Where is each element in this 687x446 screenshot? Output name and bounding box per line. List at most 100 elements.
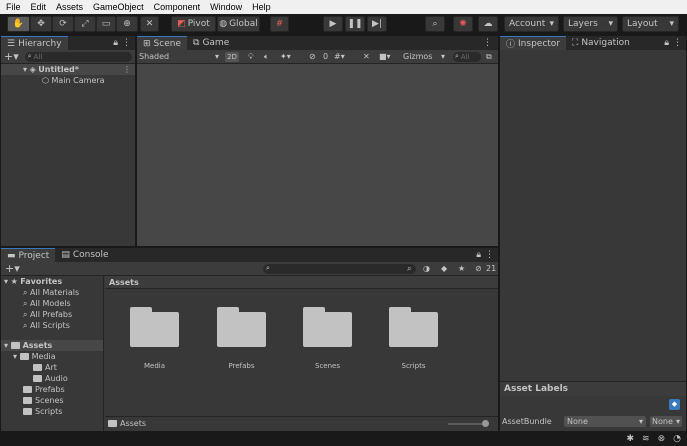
zoom-slider-thumb[interactable]: [482, 420, 489, 427]
scene-search-input[interactable]: ⌕ All: [453, 51, 481, 62]
search-button[interactable]: ⌕: [425, 16, 445, 32]
favorites-item[interactable]: ⌕ All Models: [1, 298, 103, 309]
hierarchy-search-input[interactable]: ⌕ All: [24, 51, 132, 62]
lock-icon[interactable]: 🔒︎: [113, 38, 118, 48]
inspector-tabstrip: ⓘ Inspector ⛶ Navigation 🔒︎ ⋮: [500, 36, 686, 50]
favorites-item[interactable]: ⌕ All Prefabs: [1, 309, 103, 320]
more-menu-icon[interactable]: ⋮: [123, 64, 131, 75]
asset-folder-item[interactable]: Scripts: [389, 307, 438, 370]
collab-button[interactable]: ✺: [453, 16, 473, 32]
cloud-button[interactable]: ☁: [478, 16, 498, 32]
maximize-icon[interactable]: ⧉: [486, 52, 492, 62]
asset-folder-item[interactable]: Scenes: [303, 307, 352, 370]
zoom-slider-track[interactable]: [448, 423, 486, 425]
pivot-toggle[interactable]: ◩ Pivot: [171, 16, 216, 32]
more-menu-icon[interactable]: ⋮: [485, 250, 494, 260]
bug-icon[interactable]: ✱: [627, 434, 635, 444]
pause-icon: ❚❚: [347, 19, 363, 29]
hierarchy-item[interactable]: ⬡ Main Camera: [1, 75, 135, 86]
tab-game[interactable]: ⧉ Game: [187, 36, 235, 50]
2d-toggle[interactable]: 2D: [225, 51, 239, 62]
hidden-packages-icon[interactable]: ⊘: [475, 264, 482, 273]
menu-file[interactable]: File: [0, 0, 25, 14]
step-button[interactable]: ▶|: [367, 16, 387, 32]
effects-icon[interactable]: ✦▾: [280, 52, 291, 61]
shading-mode-dropdown[interactable]: Shaded ▾: [139, 52, 219, 61]
auto-refresh-icon[interactable]: ⊗: [658, 434, 666, 444]
grid-icon[interactable]: #▾: [334, 52, 345, 61]
menu-bar: File Edit Assets GameObject Component Wi…: [0, 0, 687, 14]
more-menu-icon[interactable]: ⋮: [483, 38, 498, 48]
menu-help[interactable]: Help: [246, 0, 275, 14]
account-dropdown[interactable]: Account ▾: [504, 16, 559, 32]
tab-project[interactable]: ▬ Project: [1, 248, 56, 262]
project-folder-row[interactable]: Art: [1, 362, 103, 373]
project-search-input[interactable]: ⌕: [263, 263, 416, 274]
favorites-item[interactable]: ⌕ All Materials: [1, 287, 103, 298]
rect-tool-button[interactable]: ▭: [96, 16, 116, 32]
tab-navigation[interactable]: ⛶ Navigation: [566, 36, 636, 50]
asset-folder-item[interactable]: Prefabs: [217, 307, 266, 370]
lock-icon[interactable]: 🔒︎: [476, 250, 481, 260]
variant-dropdown[interactable]: None ▾: [650, 415, 682, 427]
scene-row[interactable]: ▾ ◈ Untitled* ⋮: [1, 64, 135, 75]
cache-icon[interactable]: ≋: [642, 434, 650, 444]
search-icon: ⌕: [432, 19, 438, 29]
tab-inspector[interactable]: ⓘ Inspector: [500, 36, 566, 50]
global-toggle[interactable]: ◍ Global: [217, 16, 260, 32]
favorites-row[interactable]: ▾ ★ Favorites: [1, 276, 103, 287]
tab-console[interactable]: ▤ Console: [55, 248, 114, 262]
search-options-icon[interactable]: ⌕: [407, 264, 411, 274]
menu-gameobject[interactable]: GameObject: [87, 0, 148, 14]
label-icon[interactable]: ◆: [441, 264, 447, 273]
favorites-item[interactable]: ⌕ All Scripts: [1, 320, 103, 331]
tag-icon[interactable]: ◆: [669, 399, 680, 410]
project-folder-row[interactable]: Prefabs: [1, 384, 103, 395]
camera-icon[interactable]: ■▾: [379, 52, 391, 61]
breadcrumb[interactable]: Assets: [105, 276, 498, 289]
tools-icon[interactable]: ✕: [363, 52, 370, 61]
project-folder-row[interactable]: Scenes: [1, 395, 103, 406]
menu-assets[interactable]: Assets: [50, 0, 87, 14]
lock-icon[interactable]: 🔒︎: [664, 38, 669, 48]
grid-snap-button[interactable]: #: [270, 16, 289, 32]
add-icon[interactable]: +▾: [4, 50, 19, 63]
play-button[interactable]: ▶: [323, 16, 343, 32]
more-menu-icon[interactable]: ⋮: [673, 38, 682, 48]
lighting-icon[interactable]: 💡︎: [248, 52, 254, 62]
project-folder-row[interactable]: ▾ Media: [1, 351, 103, 362]
progress-icon[interactable]: ◔: [673, 434, 681, 444]
layers-dropdown[interactable]: Layers ▾: [563, 16, 618, 32]
assets-root-row[interactable]: ▾ Assets: [1, 340, 103, 351]
asset-folder-item[interactable]: Media: [130, 307, 179, 370]
menu-component[interactable]: Component: [148, 0, 205, 14]
pause-button[interactable]: ❚❚: [345, 16, 365, 32]
more-menu-icon[interactable]: ⋮: [122, 38, 131, 48]
move-tool-button[interactable]: ✥: [30, 16, 52, 32]
visibility-icon[interactable]: ⊘: [309, 52, 316, 61]
assetbundle-dropdown[interactable]: None ▾: [564, 415, 646, 427]
shading-mode-label: Shaded: [139, 52, 170, 61]
filter-type-icon[interactable]: ◑: [423, 264, 430, 273]
tab-hierarchy[interactable]: ☰ Hierarchy: [1, 36, 68, 50]
folder-open-icon: [19, 353, 29, 360]
inspector-tab-label: Inspector: [518, 38, 560, 49]
menu-edit[interactable]: Edit: [25, 0, 51, 14]
console-icon: ▤: [61, 250, 70, 260]
gizmos-dropdown[interactable]: Gizmos ▾: [403, 52, 445, 61]
hand-tool-button[interactable]: ✋: [7, 16, 30, 32]
project-folder-row[interactable]: Audio: [1, 373, 103, 384]
menu-window[interactable]: Window: [204, 0, 246, 14]
favorite-icon[interactable]: ★: [458, 264, 465, 273]
project-tree: ▾ ★ Favorites ⌕ All Materials ⌕ All Mode…: [1, 276, 104, 431]
scale-tool-button[interactable]: ⤢: [74, 16, 96, 32]
audio-icon[interactable]: 🔈︎: [264, 52, 269, 62]
transform-tool-button[interactable]: ⊕: [116, 16, 138, 32]
rotate-tool-button[interactable]: ⟳: [52, 16, 74, 32]
project-folder-row[interactable]: Scripts: [1, 406, 103, 417]
add-icon[interactable]: +▾: [5, 262, 20, 275]
scene-viewport[interactable]: [137, 64, 498, 246]
layout-dropdown[interactable]: Layout ▾: [622, 16, 679, 32]
custom-tool-button[interactable]: ✕: [140, 16, 159, 32]
tab-scene[interactable]: ⊞ Scene: [137, 36, 187, 50]
